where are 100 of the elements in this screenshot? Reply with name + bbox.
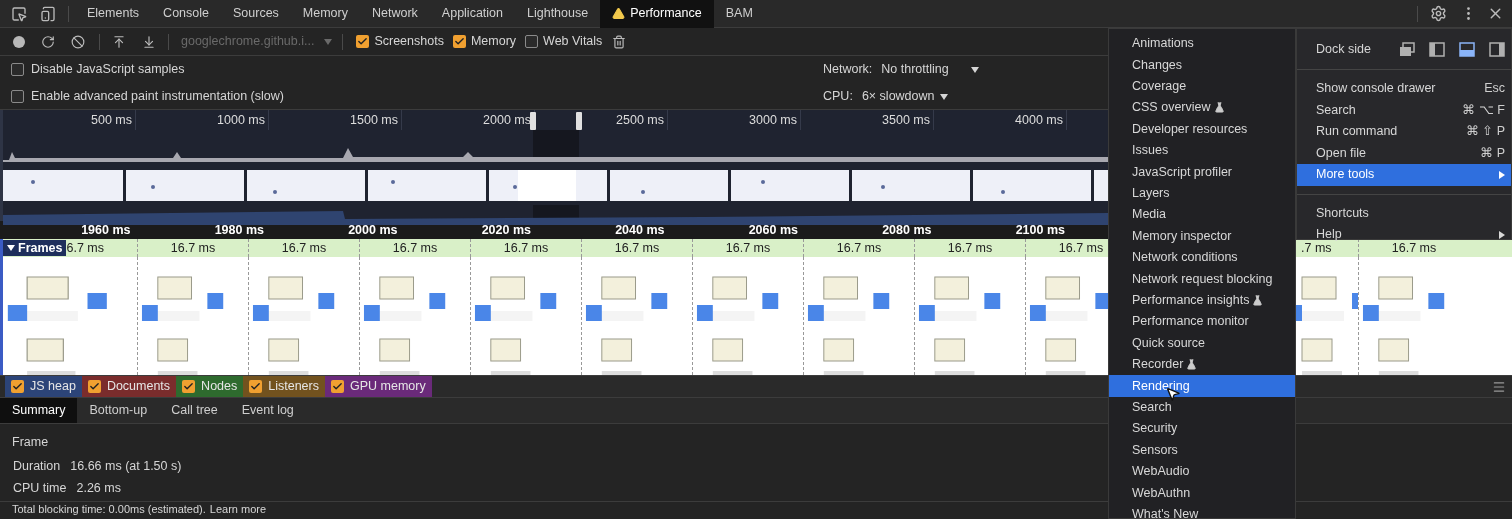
checkbox-label: Disable JavaScript samples (31, 61, 185, 79)
menu-item[interactable]: CSS overview (1109, 97, 1295, 119)
reload-icon[interactable] (41, 34, 55, 49)
checkbox[interactable] (525, 35, 539, 48)
network-throttling-select[interactable]: No throttling (881, 60, 979, 79)
menu-item[interactable]: Performance monitor (1109, 311, 1295, 333)
menu-item[interactable]: Issues (1109, 139, 1295, 162)
panel-tab[interactable]: Network (360, 0, 430, 28)
details-tab[interactable]: Summary (0, 398, 78, 423)
menu-item[interactable]: Open file ⌘ P (1297, 142, 1511, 164)
blocking-time-text: Total blocking time: 0.00ms (estimated). (12, 502, 206, 518)
menu-item[interactable]: WebAudio (1109, 460, 1295, 483)
menu-item[interactable]: Search ⌘ ⌥ F (1297, 99, 1511, 121)
clear-icon[interactable] (71, 34, 85, 49)
dock-left-icon[interactable] (1429, 41, 1445, 57)
checkbox[interactable] (11, 90, 24, 103)
panel-tab[interactable]: Sources (221, 0, 291, 28)
timeline-tick-label: 1960 ms (80, 222, 132, 239)
menu-item[interactable]: Media (1109, 204, 1295, 226)
dock-bottom-icon[interactable] (1459, 41, 1475, 57)
shortcut-text: ⌘ P (1480, 144, 1505, 162)
timeline-tick-label: 2040 ms (614, 222, 666, 239)
menu-item[interactable]: Developer resources (1109, 118, 1295, 140)
counter-toggle[interactable]: Nodes (176, 376, 244, 397)
learn-more-link[interactable]: Learn more (209, 501, 267, 518)
panel-tab[interactable]: Console (151, 0, 221, 28)
submenu-arrow-icon (1499, 230, 1505, 239)
menu-item[interactable]: WebAuthn (1109, 482, 1295, 504)
cpu-label: CPU: (823, 88, 853, 106)
settings-icon[interactable] (1430, 5, 1447, 22)
trash-icon[interactable] (612, 34, 627, 49)
summary-title: Frame (12, 435, 49, 449)
checkbox-label: Screenshots (374, 33, 444, 51)
range-handle[interactable] (576, 112, 582, 130)
frames-track-header[interactable]: Frames (3, 240, 67, 256)
shortcut-text: ⌘ ⌥ F (1462, 101, 1505, 119)
overview-tick-label: 500 ms (3, 110, 136, 130)
panel-tab[interactable]: Elements (75, 0, 152, 28)
counter-toggle[interactable]: Documents (81, 376, 177, 397)
upload-icon[interactable] (112, 34, 126, 49)
frame-duration: 6.7 ms (66, 239, 104, 257)
counter-toggle[interactable]: Listeners (243, 376, 325, 397)
panel-tab[interactable]: Application (429, 0, 515, 28)
checkbox[interactable] (331, 380, 344, 393)
shortcut-text: ⌘ ⇧ P (1465, 123, 1505, 141)
download-icon[interactable] (142, 34, 156, 49)
checkbox[interactable] (356, 35, 370, 48)
record-icon[interactable] (13, 35, 25, 48)
menu-item[interactable]: Search (1109, 396, 1295, 419)
submenu-arrow-icon (1499, 170, 1505, 179)
panel-tab[interactable]: Lighthouse (515, 0, 601, 28)
overview-tick-label: 1000 ms (136, 110, 269, 130)
summary-value: 2.26 ms (76, 479, 121, 497)
details-tab[interactable]: Event log (229, 398, 306, 423)
menu-item[interactable]: Network request blocking (1109, 268, 1295, 290)
menu-item[interactable]: Coverage (1109, 75, 1295, 98)
panel-tab[interactable]: Performance (600, 0, 714, 28)
timeline-tick-label: 2000 ms (347, 222, 399, 239)
menu-item[interactable]: Quick source (1109, 332, 1295, 354)
caret-icon (324, 38, 333, 45)
details-tab[interactable]: Call tree (159, 398, 230, 423)
checkbox[interactable] (11, 63, 24, 76)
checkbox[interactable] (87, 380, 101, 393)
menu-item[interactable]: What's New (1109, 503, 1295, 519)
menu-item[interactable]: Layers (1109, 182, 1295, 205)
inspect-icon[interactable] (11, 5, 27, 22)
dock-undock-icon[interactable] (1399, 41, 1415, 57)
cpu-throttling-select[interactable]: 6× slowdown (861, 87, 948, 106)
menu-item[interactable]: Changes (1109, 54, 1295, 76)
menu-item[interactable]: Performance insights (1109, 289, 1295, 312)
counter-toggle[interactable]: JS heap (5, 376, 82, 397)
timeline-tick-label: 2020 ms (480, 222, 532, 239)
details-tab[interactable]: Bottom-up (77, 398, 160, 423)
panel-tab[interactable]: BAM (713, 0, 765, 28)
checkbox[interactable] (452, 35, 466, 48)
menu-item[interactable]: Shortcuts (1297, 202, 1511, 224)
menu-item[interactable]: Run command ⌘ ⇧ P (1297, 121, 1511, 143)
network-label: Network: (823, 61, 873, 79)
overview-tick-label: 4000 ms (934, 110, 1067, 130)
menu-item[interactable]: Sensors (1109, 439, 1295, 461)
panel-tab[interactable]: Memory (290, 0, 360, 28)
menu-item[interactable]: JavaScript profiler (1109, 161, 1295, 183)
checkbox[interactable] (249, 380, 263, 393)
counter-toggle[interactable]: GPU memory (325, 376, 432, 397)
dock-right-icon[interactable] (1489, 41, 1505, 57)
device-toolbar-icon[interactable] (40, 5, 56, 22)
checkbox[interactable] (182, 380, 196, 393)
checkbox[interactable] (11, 380, 24, 393)
menu-item[interactable]: Recorder (1109, 353, 1295, 376)
menu-icon[interactable] (1492, 379, 1506, 394)
menu-item[interactable]: Security (1109, 418, 1295, 440)
shortcut-text: Esc (1484, 80, 1505, 98)
menu-item[interactable]: Animations (1109, 33, 1295, 55)
menu-item[interactable]: More tools (1297, 164, 1511, 186)
menu-item[interactable]: Rendering (1109, 375, 1295, 397)
range-handle[interactable] (530, 112, 536, 130)
summary-label: CPU time (13, 479, 67, 497)
checkbox-label: Enable advanced paint instrumentation (slow) (31, 88, 284, 106)
overview-tick-label: 3000 ms (668, 110, 801, 130)
menu-item[interactable]: Show console drawer Esc (1297, 78, 1511, 100)
